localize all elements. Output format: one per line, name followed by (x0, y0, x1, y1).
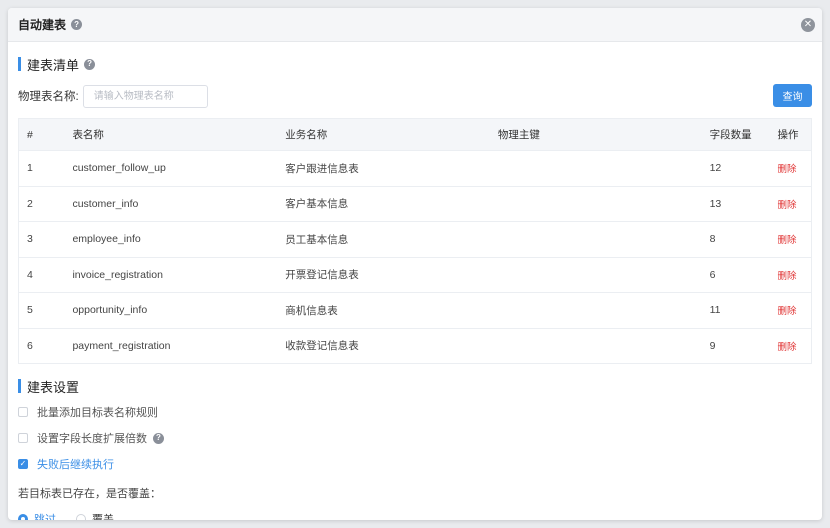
close-icon[interactable]: ✕ (801, 18, 815, 32)
settings-section-label: 建表设置 (27, 379, 80, 395)
query-button[interactable]: 查询 (773, 84, 812, 107)
settings-section: 建表设置 批量添加目标表名称规则 设置字段长度扩展倍数 ? ✓ 失败后继续执行 … (18, 378, 812, 520)
option-batch-name-rule[interactable]: 批量添加目标表名称规则 (18, 404, 812, 420)
dialog-body: 建表清单 ? 物理表名称: 查询 # 表名称 业务名称 物 (8, 56, 822, 520)
row-table-name: customer_follow_up (72, 162, 166, 175)
row-table-name: payment_registration (72, 339, 171, 352)
overwrite-question: 若目标表已存在，是否覆盖： (18, 488, 161, 500)
question-circle-icon[interactable]: ? (84, 58, 96, 70)
option-label: 批量添加目标表名称规则 (37, 407, 158, 419)
row-physical-pk (490, 222, 702, 258)
row-business-name: 商机信息表 (285, 304, 338, 317)
row-business-name: 客户基本信息 (285, 198, 349, 211)
search-label: 物理表名称: (18, 91, 79, 103)
row-physical-pk (490, 186, 702, 222)
question-circle-icon[interactable]: ? (153, 432, 164, 444)
row-table-name: opportunity_info (72, 304, 148, 317)
row-field-count: 8 (709, 233, 716, 246)
row-table-name: customer_info (72, 197, 139, 210)
table-header-row: # 表名称 业务名称 物理主键 字段数量 操作 (18, 118, 812, 151)
row-physical-pk (490, 151, 702, 187)
table-row: 4 invoice_registration 开票登记信息表 6 删除 (18, 257, 812, 293)
table-name-search-input[interactable] (82, 84, 208, 108)
table-list: # 表名称 业务名称 物理主键 字段数量 操作 1 customer_follo… (18, 118, 812, 364)
table-row: 3 employee_info 员工基本信息 8 删除 (18, 222, 812, 258)
radio-overwrite[interactable]: 覆盖 (76, 511, 114, 520)
list-section-title: 建表清单 ? (18, 56, 812, 73)
radio-selected-icon[interactable] (18, 514, 28, 520)
row-business-name: 收款登记信息表 (285, 340, 359, 353)
search-row: 物理表名称: 查询 (18, 84, 812, 108)
table-row: 5 opportunity_info 商机信息表 11 删除 (18, 293, 812, 329)
col-header-index: # (18, 118, 65, 151)
radio-unselected-icon[interactable] (76, 514, 86, 520)
row-field-count: 9 (709, 339, 716, 352)
auto-create-table-dialog: 自动建表 ? ✕ 建表清单 ? 物理表名称: 查询 (8, 8, 822, 520)
list-section-label: 建表清单 (27, 57, 80, 73)
row-business-name: 员工基本信息 (285, 233, 349, 246)
radio-skip[interactable]: 跳过 (18, 511, 56, 520)
row-index: 1 (27, 162, 33, 175)
col-header-action: 操作 (769, 118, 812, 151)
row-physical-pk (490, 293, 702, 329)
option-label: 设置字段长度扩展倍数 (37, 433, 147, 445)
checkbox-unchecked[interactable] (18, 407, 28, 417)
table-row: 2 customer_info 客户基本信息 13 删除 (18, 186, 812, 222)
checkbox-unchecked[interactable] (18, 433, 28, 443)
row-index: 4 (27, 268, 33, 281)
row-field-count: 11 (709, 304, 721, 317)
row-field-count: 13 (709, 197, 722, 210)
section-marker (18, 57, 21, 71)
delete-link[interactable]: 删除 (770, 257, 812, 293)
row-business-name: 开票登记信息表 (285, 269, 359, 282)
dialog-title: 自动建表 (18, 18, 67, 32)
row-index: 6 (27, 339, 33, 352)
settings-section-title: 建表设置 (18, 378, 812, 395)
radio-skip-label: 跳过 (34, 514, 56, 520)
option-continue-on-failure[interactable]: ✓ 失败后继续执行 (18, 456, 812, 472)
row-table-name: invoice_registration (72, 268, 163, 281)
table-row: 1 customer_follow_up 客户跟进信息表 12 删除 (18, 151, 812, 187)
delete-link[interactable]: 删除 (770, 293, 812, 329)
row-physical-pk (490, 257, 702, 293)
option-field-length-multiplier[interactable]: 设置字段长度扩展倍数 ? (18, 430, 812, 446)
row-index: 2 (27, 197, 33, 210)
col-header-table-name: 表名称 (64, 118, 278, 151)
question-circle-icon[interactable]: ? (71, 19, 83, 30)
row-physical-pk (490, 328, 702, 364)
col-header-physical-pk: 物理主键 (489, 118, 702, 151)
option-label: 失败后继续执行 (37, 459, 114, 471)
row-business-name: 客户跟进信息表 (285, 162, 359, 175)
dialog-header: 自动建表 ? ✕ (8, 8, 822, 42)
overwrite-radio-group: 跳过 覆盖 (18, 512, 812, 520)
radio-overwrite-label: 覆盖 (92, 514, 114, 520)
row-table-name: employee_info (72, 233, 141, 246)
table-row: 6 payment_registration 收款登记信息表 9 删除 (18, 328, 812, 364)
checkbox-checked[interactable]: ✓ (18, 459, 28, 469)
section-marker (18, 379, 21, 393)
col-header-business-name: 业务名称 (277, 118, 490, 151)
row-index: 5 (27, 304, 33, 317)
col-header-field-count: 字段数量 (701, 118, 770, 151)
row-field-count: 12 (709, 162, 722, 175)
row-field-count: 6 (709, 268, 716, 281)
delete-link[interactable]: 删除 (770, 151, 812, 187)
delete-link[interactable]: 删除 (770, 186, 812, 222)
delete-link[interactable]: 删除 (770, 222, 812, 258)
delete-link[interactable]: 删除 (770, 328, 812, 364)
row-index: 3 (27, 233, 33, 246)
